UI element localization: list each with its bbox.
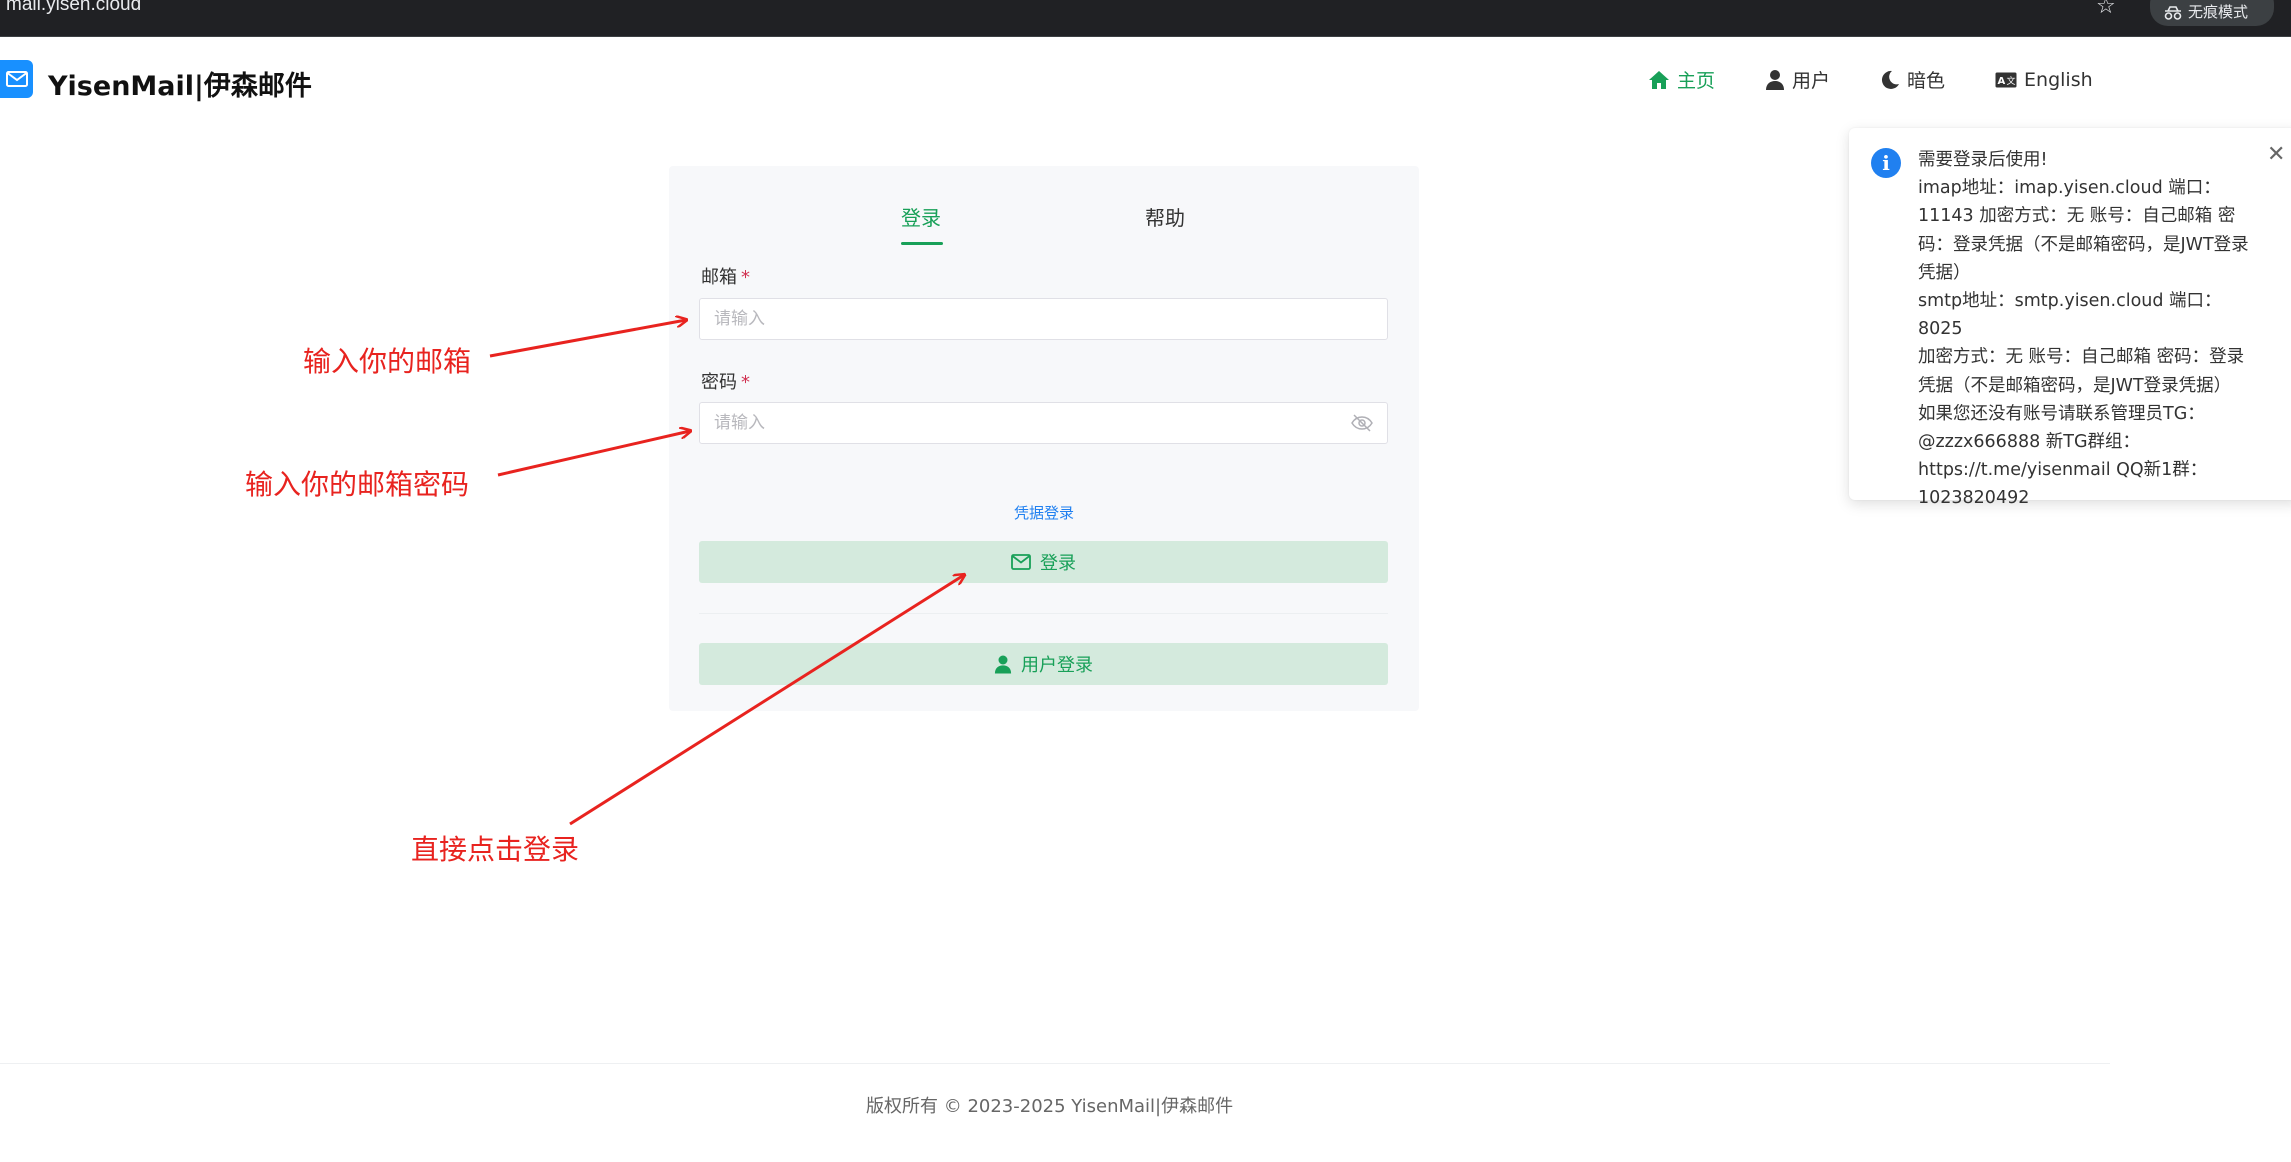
arrow-to-email (489, 320, 686, 358)
arrow-to-password (497, 431, 690, 477)
annotation-arrows (489, 0, 2291, 826)
footer-copyright: 版权所有 © 2023-2025 YisenMail|伊森邮件 (866, 1096, 1234, 1117)
footer-divider (0, 1063, 2110, 1064)
arrow-to-login-button (569, 575, 964, 826)
